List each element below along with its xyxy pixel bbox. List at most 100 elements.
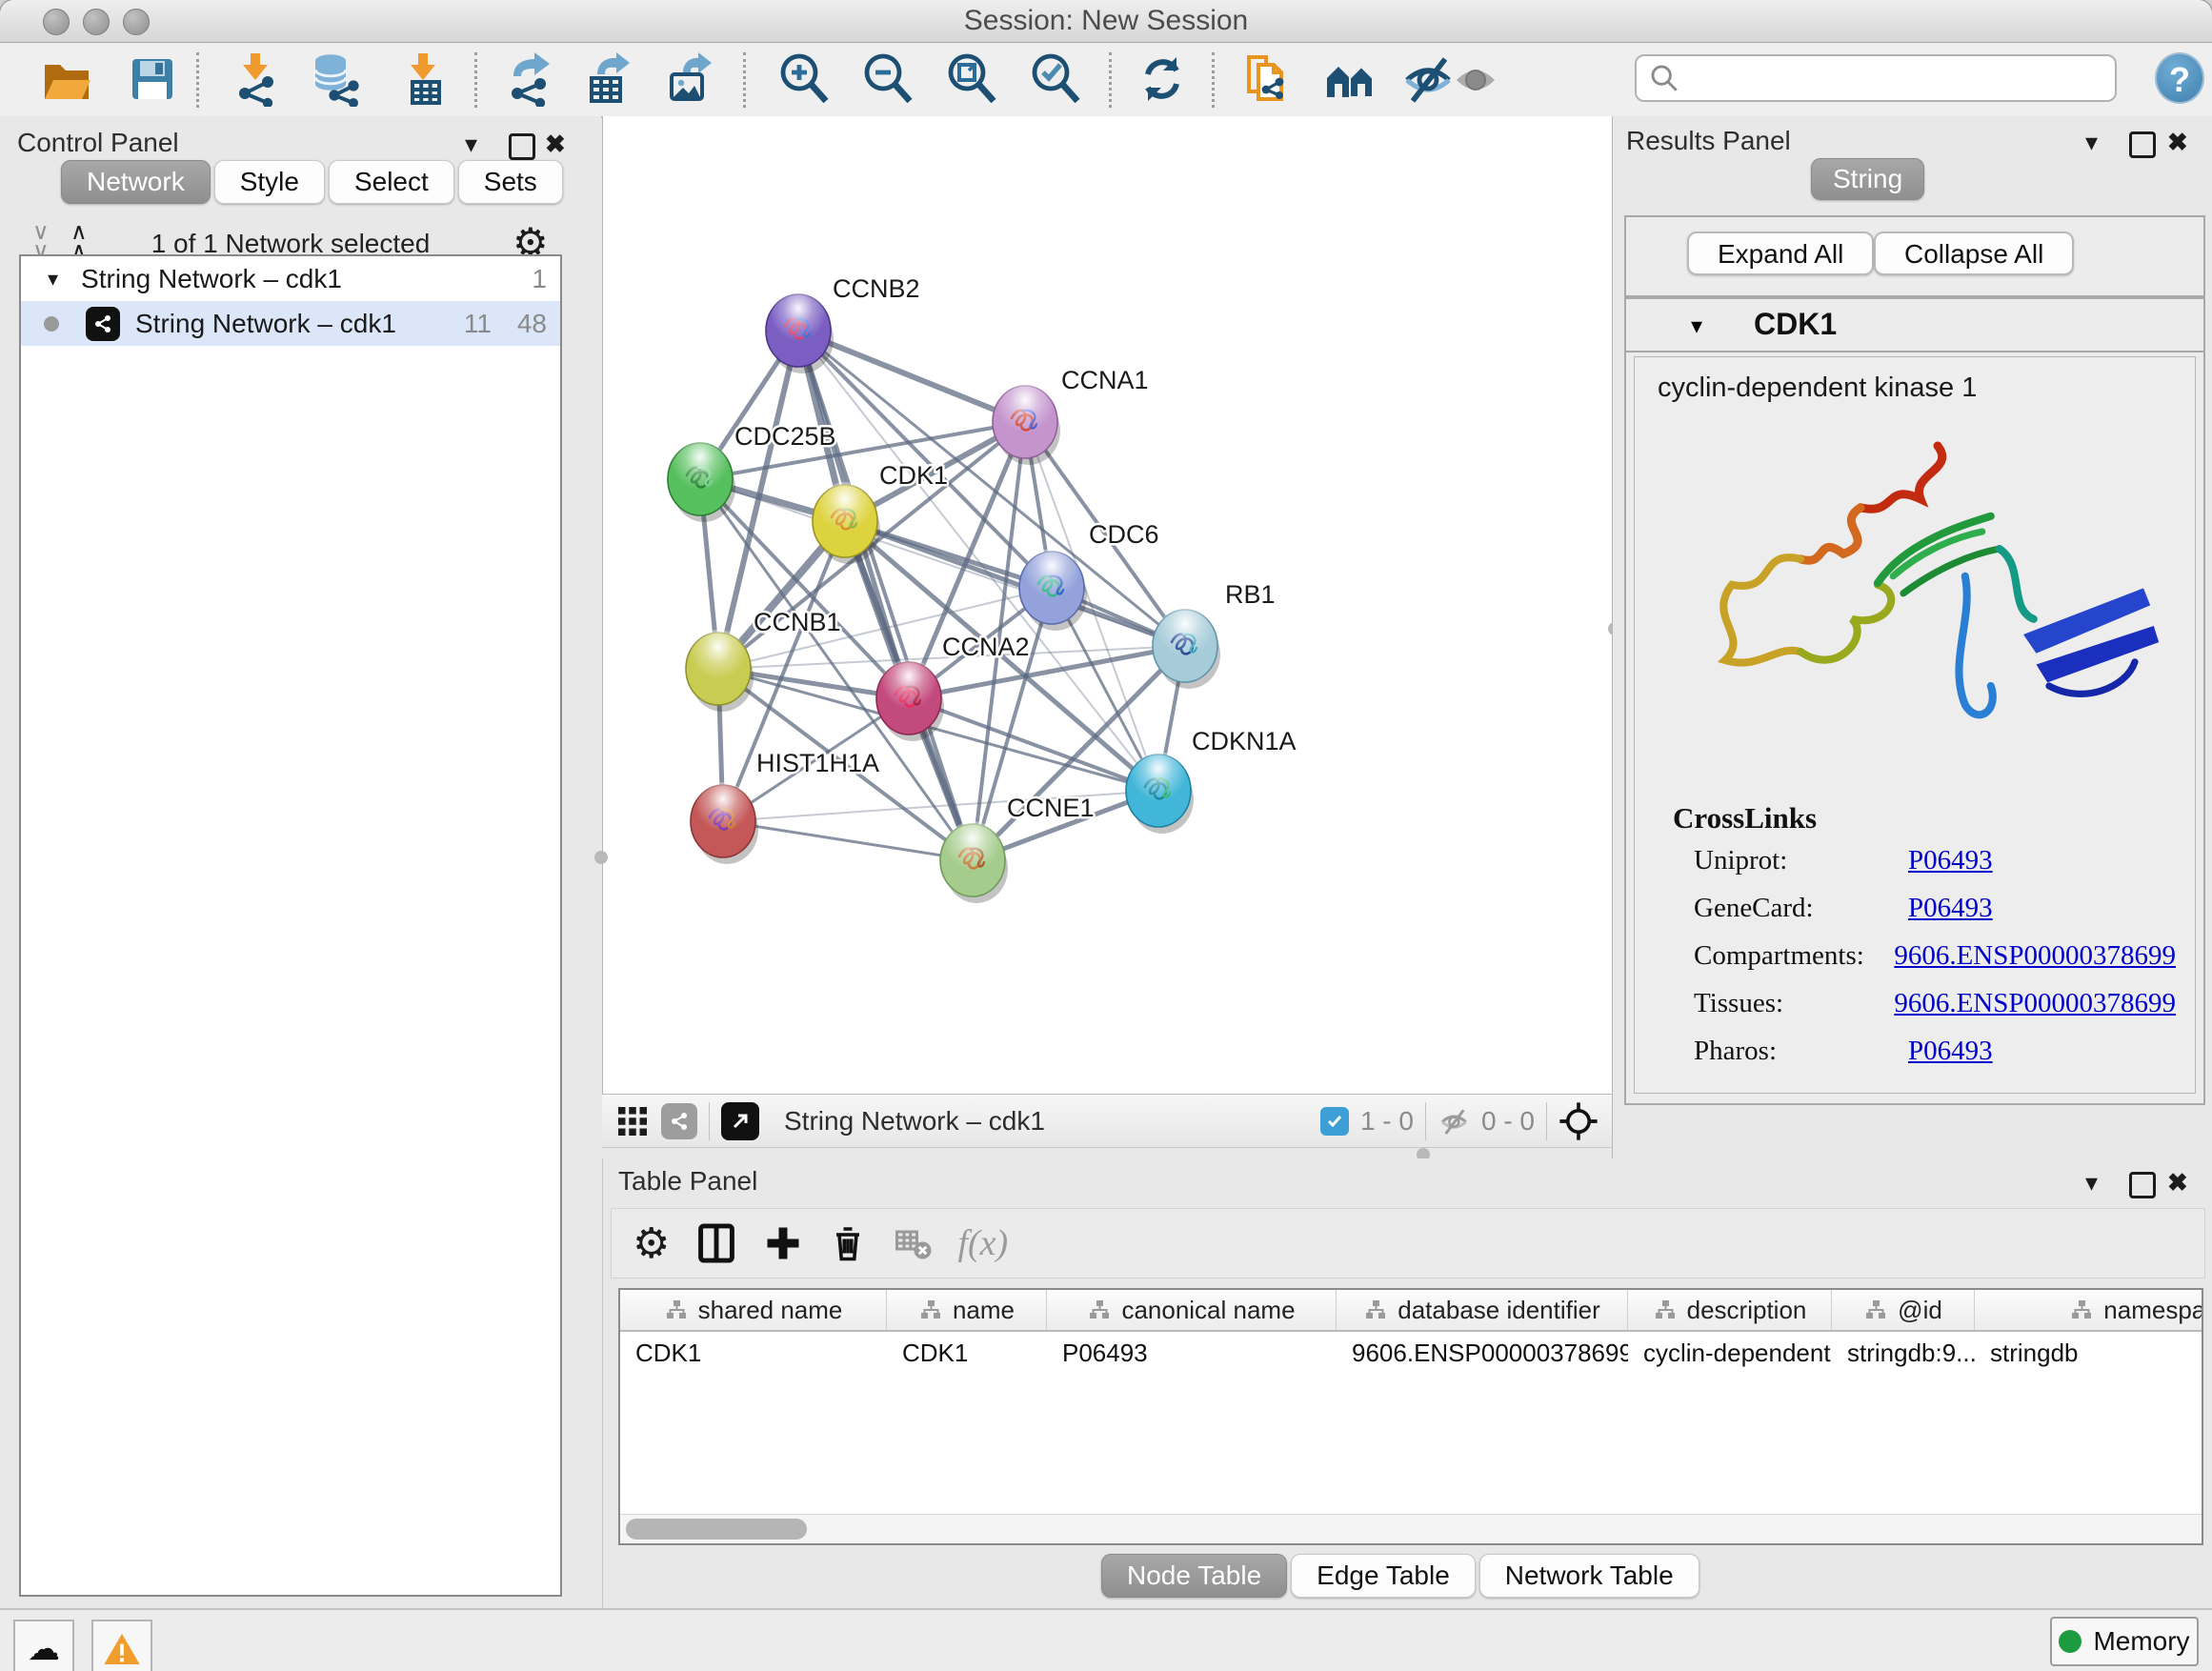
scrollbar-thumb[interactable]	[626, 1519, 807, 1540]
tab-string[interactable]: String	[1811, 158, 1924, 200]
warnings-button[interactable]	[91, 1620, 152, 1671]
selected-counts: 1 - 0	[1360, 1106, 1414, 1137]
export-network-icon[interactable]	[499, 49, 560, 110]
save-session-icon[interactable]	[122, 49, 183, 110]
tab-edge-table[interactable]: Edge Table	[1291, 1554, 1476, 1598]
tab-sets[interactable]: Sets	[458, 160, 563, 204]
show-all-icon[interactable]	[1446, 49, 1507, 110]
table-body: CDK1CDK1P064939606.ENSP00000378699cyclin…	[620, 1332, 2202, 1374]
column-header-id[interactable]: @id	[1832, 1290, 1975, 1330]
export-table-icon[interactable]	[579, 49, 640, 110]
network-node-CDC6[interactable]	[1019, 549, 1087, 631]
float-panel-icon[interactable]	[2129, 1172, 2156, 1198]
vertical-splitter-handle[interactable]	[594, 851, 608, 864]
add-column-icon[interactable]	[763, 1223, 803, 1263]
panel-menu-icon[interactable]: ▾	[2085, 128, 2098, 157]
refresh-icon[interactable]	[1132, 49, 1193, 110]
column-header-label: shared name	[698, 1296, 843, 1325]
crosslink-row: Tissues:9606.ENSP00000378699	[1694, 988, 2176, 1019]
collection-expand-icon[interactable]: ▾	[48, 267, 58, 292]
cloud-status-button[interactable]: ☁	[13, 1620, 74, 1671]
expand-all-button[interactable]: Expand All	[1687, 232, 1874, 275]
network-edges[interactable]	[700, 331, 1185, 860]
close-panel-icon[interactable]: ✖	[545, 130, 566, 159]
function-builder-icon[interactable]: f(x)	[957, 1222, 1008, 1264]
close-panel-icon[interactable]: ✖	[2167, 1168, 2188, 1198]
help-icon[interactable]: ?	[2155, 52, 2204, 104]
open-session-icon[interactable]	[36, 49, 97, 110]
protein-header[interactable]: ▾ CDK1	[1626, 299, 2203, 352]
collapse-section-icon[interactable]: ▾	[1691, 312, 1702, 340]
table-settings-gear-icon[interactable]: ⚙	[633, 1219, 670, 1268]
network-graph[interactable]: CCNB2CCNA1CDC25BCDK1CDC6RB1CCNB1CCNA2CDK…	[603, 116, 1613, 1094]
network-node-CCNA2[interactable]	[876, 659, 944, 741]
search-icon	[1648, 62, 1680, 94]
zoom-out-icon[interactable]	[857, 49, 918, 110]
float-panel-icon[interactable]	[2129, 131, 2156, 158]
network-canvas[interactable]: CCNB2CCNA1CDC25BCDK1CDC6RB1CCNB1CCNA2CDK…	[602, 116, 1613, 1094]
column-header-name[interactable]: name	[887, 1290, 1047, 1330]
table-cell[interactable]: CDK1	[620, 1339, 887, 1368]
network-node-CCNA1[interactable]	[993, 383, 1060, 465]
first-neighbors-icon[interactable]	[1320, 49, 1381, 110]
table-cell[interactable]: P06493	[1047, 1339, 1337, 1368]
search-input[interactable]	[1690, 62, 2115, 94]
detach-view-icon[interactable]	[721, 1102, 759, 1140]
float-panel-icon[interactable]	[509, 133, 535, 160]
tab-network[interactable]: Network	[61, 160, 211, 204]
grid-view-icon[interactable]	[615, 1104, 650, 1138]
delete-table-icon[interactable]	[893, 1223, 933, 1263]
crosslink-link[interactable]: 9606.ENSP00000378699	[1894, 940, 2176, 972]
collapse-all-button[interactable]: Collapse All	[1874, 232, 2074, 275]
export-image-icon[interactable]	[661, 49, 722, 110]
network-node-CDC25B[interactable]	[668, 440, 735, 522]
import-network-database-icon[interactable]	[305, 49, 366, 110]
crosslink-link[interactable]: P06493	[1908, 893, 1993, 924]
hidden-eye-icon[interactable]	[1438, 1104, 1472, 1138]
table-cell[interactable]: stringdb:9...	[1832, 1339, 1975, 1368]
delete-column-icon[interactable]	[828, 1223, 868, 1263]
panel-menu-icon[interactable]: ▾	[2085, 1168, 2098, 1198]
crosslink-link[interactable]: P06493	[1908, 845, 1993, 876]
show-columns-icon[interactable]	[694, 1221, 738, 1265]
close-panel-icon[interactable]: ✖	[2167, 128, 2188, 157]
crosslink-link[interactable]: 9606.ENSP00000378699	[1894, 988, 2176, 1019]
column-header-shared-name[interactable]: shared name	[620, 1290, 887, 1330]
toolbar-separator	[743, 52, 746, 108]
import-network-icon[interactable]	[225, 49, 286, 110]
network-collection-row[interactable]: ▾ String Network – cdk1 1	[21, 256, 560, 301]
table-cell[interactable]: cyclin-dependent ...	[1628, 1339, 1832, 1368]
selected-checkbox-icon[interactable]	[1320, 1107, 1349, 1136]
network-node-label: CDK1	[879, 461, 948, 490]
clone-network-icon[interactable]	[1237, 49, 1297, 110]
horizontal-scrollbar[interactable]	[620, 1514, 2202, 1543]
tab-node-table[interactable]: Node Table	[1101, 1554, 1287, 1598]
column-header-namespace[interactable]: namespace	[1975, 1290, 2203, 1330]
tab-style[interactable]: Style	[214, 160, 325, 204]
crosslink-link[interactable]: P06493	[1908, 1036, 1993, 1067]
table-cell[interactable]: 9606.ENSP00000378699	[1337, 1339, 1628, 1368]
column-header-canonical-name[interactable]: canonical name	[1047, 1290, 1337, 1330]
column-header-database-identifier[interactable]: database identifier	[1337, 1290, 1628, 1330]
table-cell[interactable]: CDK1	[887, 1339, 1047, 1368]
network-node-RB1[interactable]	[1153, 607, 1220, 689]
import-table-icon[interactable]	[392, 49, 453, 110]
birds-eye-view-icon[interactable]	[1558, 1101, 1599, 1141]
table-cell[interactable]: stringdb	[1975, 1339, 2203, 1368]
network-node-HIST1H1A[interactable]	[691, 782, 758, 864]
network-node-CDKN1A[interactable]	[1126, 752, 1194, 834]
zoom-fit-icon[interactable]	[941, 49, 1002, 110]
column-header-description[interactable]: description	[1628, 1290, 1832, 1330]
tab-network-table[interactable]: Network Table	[1479, 1554, 1699, 1598]
memory-button[interactable]: Memory	[2050, 1617, 2199, 1666]
zoom-selected-icon[interactable]	[1025, 49, 1086, 110]
table-row[interactable]: CDK1CDK1P064939606.ENSP00000378699cyclin…	[620, 1332, 2202, 1374]
network-edge[interactable]	[798, 331, 973, 860]
tab-select[interactable]: Select	[329, 160, 454, 204]
network-share-view-icon[interactable]	[661, 1103, 697, 1139]
network-row[interactable]: String Network – cdk1 11 48	[21, 301, 560, 346]
network-edge[interactable]	[723, 821, 973, 860]
hierarchy-icon	[918, 1299, 943, 1321]
zoom-in-icon[interactable]	[774, 49, 835, 110]
panel-menu-icon[interactable]: ▾	[465, 130, 477, 159]
